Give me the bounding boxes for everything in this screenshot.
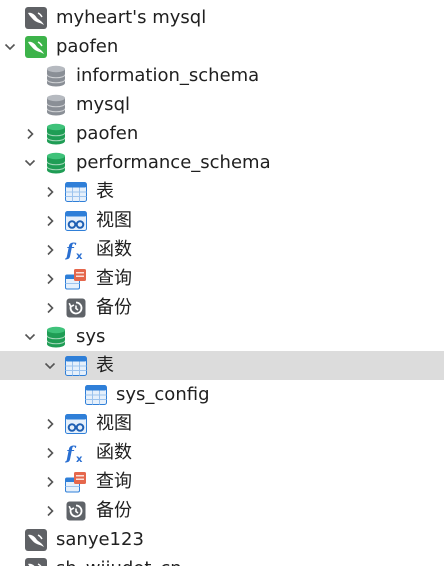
table-icon <box>64 180 88 204</box>
tree-item-label: 视图 <box>96 412 132 434</box>
tree-item-label: sys_config <box>116 383 210 405</box>
database-gray-icon <box>44 64 68 88</box>
mysql-connection-icon <box>24 557 48 566</box>
tree-item-node-15[interactable]: f x 函数 <box>0 438 444 467</box>
chevron-right-icon[interactable] <box>42 271 58 287</box>
database-green-icon <box>44 325 68 349</box>
tree-item-node-6[interactable]: 表 <box>0 177 444 206</box>
mysql-connection-active-icon <box>24 35 48 59</box>
mysql-connection-icon <box>24 528 48 552</box>
tree-item-paofen[interactable]: paofen <box>0 119 444 148</box>
tree-item-node-8[interactable]: f x 函数 <box>0 235 444 264</box>
table-icon <box>64 354 88 378</box>
database-gray-icon <box>44 93 68 117</box>
tree-item-label: sh_wjjudot_cn <box>56 557 182 566</box>
chevron-right-icon[interactable] <box>22 126 38 142</box>
view-icon <box>64 412 88 436</box>
chevron-right-icon[interactable] <box>42 242 58 258</box>
query-icon <box>64 267 88 291</box>
chevron-right-icon[interactable] <box>42 213 58 229</box>
tree-item-label: 表 <box>96 354 114 376</box>
tree-item-performance-schema[interactable]: performance_schema <box>0 148 444 177</box>
chevron-right-icon[interactable] <box>42 184 58 200</box>
function-icon: fx <box>64 441 88 465</box>
database-green-icon <box>44 122 68 146</box>
chevron-right-icon[interactable] <box>42 503 58 519</box>
chevron-right-icon[interactable] <box>42 445 58 461</box>
tree-item-information-schema[interactable]: information_schema <box>0 61 444 90</box>
chevron-right-icon[interactable] <box>42 474 58 490</box>
tree-item-sh-wjjudot-cn[interactable]: sh_wjjudot_cn <box>0 554 444 566</box>
tree-item-label: 查询 <box>96 267 132 289</box>
tree-item-label: 表 <box>96 180 114 202</box>
tree-item-label: 视图 <box>96 209 132 231</box>
tree-item-label: sanye123 <box>56 528 144 550</box>
chevron-down-icon[interactable] <box>42 358 58 374</box>
tree-item-label: 函数 <box>96 441 132 463</box>
query-icon <box>64 470 88 494</box>
function-icon: fx <box>64 238 88 262</box>
tree-item-label: paofen <box>76 122 139 144</box>
tree-item-label: paofen <box>56 35 119 57</box>
tree-item-sanye123[interactable]: sanye123 <box>0 525 444 554</box>
chevron-down-icon[interactable] <box>22 155 38 171</box>
tree-item-label: mysql <box>76 93 130 115</box>
chevron-right-icon[interactable] <box>42 416 58 432</box>
tree-item-label: 函数 <box>96 238 132 260</box>
tree-item-paofen[interactable]: paofen <box>0 32 444 61</box>
tree-item-label: myheart's mysql <box>56 6 207 28</box>
tree-item-node-10[interactable]: 备份 <box>0 293 444 322</box>
table-icon <box>84 383 108 407</box>
tree-item-label: 查询 <box>96 470 132 492</box>
backup-icon <box>64 499 88 523</box>
tree-item-node-7[interactable]: 视图 <box>0 206 444 235</box>
mysql-connection-icon <box>24 6 48 30</box>
tree-item-label: 备份 <box>96 296 132 318</box>
chevron-right-icon[interactable] <box>42 300 58 316</box>
tree-item-node-16[interactable]: 查询 <box>0 467 444 496</box>
tree-item-sys-config[interactable]: sys_config <box>0 380 444 409</box>
tree-item-label: 备份 <box>96 499 132 521</box>
tree-item-node-14[interactable]: 视图 <box>0 409 444 438</box>
svg-text:x: x <box>76 251 83 262</box>
navigation-tree: myheart's mysql paofen information_schemam… <box>0 0 444 566</box>
chevron-down-icon[interactable] <box>22 329 38 345</box>
svg-text:x: x <box>76 454 83 465</box>
tree-item-mysql[interactable]: mysql <box>0 90 444 119</box>
tree-item-label: information_schema <box>76 64 260 86</box>
tree-item-myheart-s-mysql[interactable]: myheart's mysql <box>0 3 444 32</box>
tree-item-label: sys <box>76 325 106 347</box>
tree-item-node-12[interactable]: 表 <box>0 351 444 380</box>
chevron-down-icon[interactable] <box>2 39 18 55</box>
tree-item-label: performance_schema <box>76 151 271 173</box>
tree-item-sys[interactable]: sys <box>0 322 444 351</box>
tree-item-node-9[interactable]: 查询 <box>0 264 444 293</box>
backup-icon <box>64 296 88 320</box>
database-green-icon <box>44 151 68 175</box>
tree-item-node-17[interactable]: 备份 <box>0 496 444 525</box>
view-icon <box>64 209 88 233</box>
